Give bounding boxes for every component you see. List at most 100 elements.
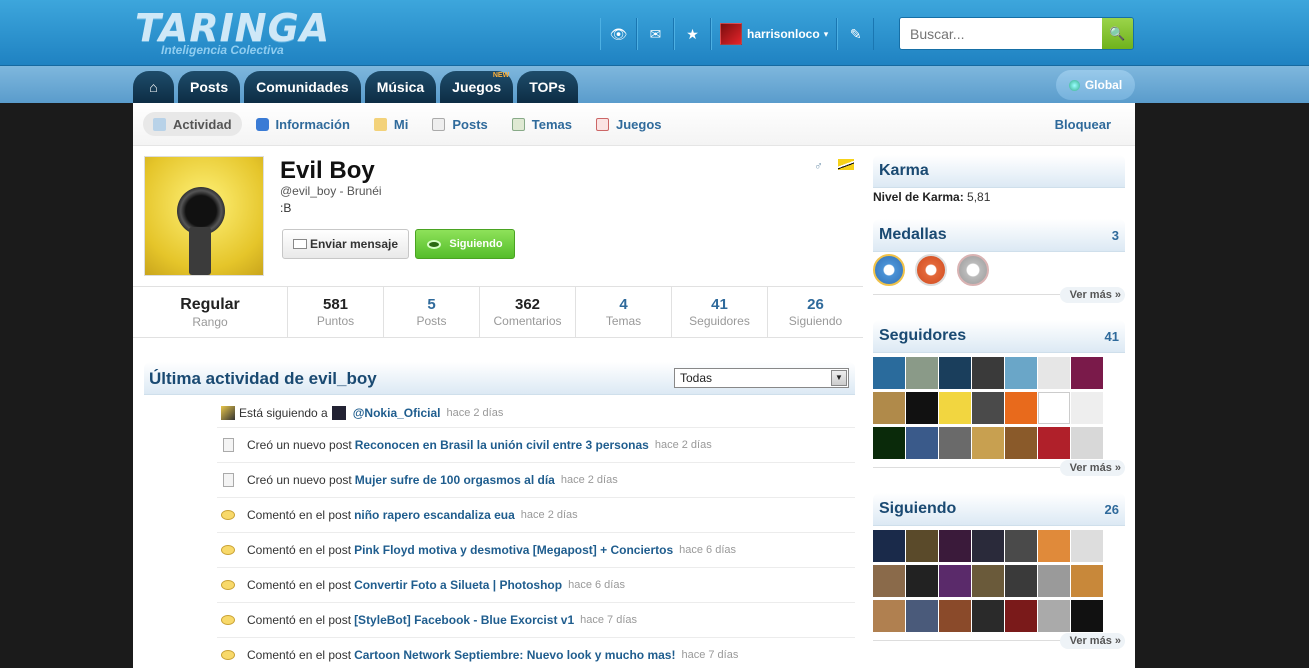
search-button[interactable]: 🔍: [1102, 18, 1133, 49]
avatar[interactable]: [873, 427, 905, 459]
nav-tab-tops[interactable]: TOPs: [517, 71, 578, 103]
tab-label: Mi: [393, 116, 409, 132]
avatar[interactable]: [939, 600, 971, 632]
avatar[interactable]: [873, 565, 905, 597]
following-grid: [873, 530, 1125, 632]
avatar[interactable]: [1071, 600, 1103, 632]
activity-link[interactable]: Reconocen en Brasil la unión civil entre…: [355, 438, 649, 452]
avatar[interactable]: [906, 600, 938, 632]
stat-temas[interactable]: 4 Temas: [576, 287, 672, 337]
avatar[interactable]: [1071, 530, 1103, 562]
followers-footer: Ver más »: [873, 460, 1125, 489]
avatar[interactable]: [939, 427, 971, 459]
avatar[interactable]: [873, 357, 905, 389]
avatar[interactable]: [972, 357, 1004, 389]
mail-icon[interactable]: ✉: [637, 18, 674, 50]
avatar[interactable]: [939, 530, 971, 562]
tab-juegos[interactable]: Juegos: [586, 112, 672, 136]
nav-tab-comunidades[interactable]: Comunidades: [244, 71, 361, 103]
avatar[interactable]: [972, 600, 1004, 632]
ver-mas-link[interactable]: Ver más »: [1059, 633, 1125, 649]
tab-informacion[interactable]: Información: [246, 112, 360, 136]
activity-link[interactable]: Cartoon Network Septiembre: Nuevo look y…: [354, 648, 675, 662]
avatar-gun-grip: [189, 227, 211, 275]
avatar[interactable]: [1071, 565, 1103, 597]
tab-posts[interactable]: Posts: [422, 112, 497, 136]
avatar[interactable]: [873, 530, 905, 562]
avatar[interactable]: [906, 392, 938, 424]
avatar[interactable]: [972, 530, 1004, 562]
avatar[interactable]: [873, 600, 905, 632]
avatar[interactable]: [939, 357, 971, 389]
nav-tab-juegos[interactable]: Juegos NEW: [440, 71, 514, 103]
avatar[interactable]: [1038, 565, 1070, 597]
avatar[interactable]: [1005, 357, 1037, 389]
avatar[interactable]: [1038, 530, 1070, 562]
avatar[interactable]: [972, 392, 1004, 424]
send-message-button[interactable]: Enviar mensaje: [282, 229, 409, 259]
activity-link[interactable]: Pink Floyd motiva y desmotiva [Megapost]…: [354, 543, 673, 557]
box-title: Seguidores: [879, 327, 967, 344]
avatar[interactable]: [1071, 357, 1103, 389]
avatar[interactable]: [906, 427, 938, 459]
stat-posts[interactable]: 5 Posts: [384, 287, 480, 337]
search-input[interactable]: [900, 18, 1102, 49]
home-button[interactable]: ⌂: [133, 71, 174, 103]
eye-icon[interactable]: 👁: [600, 18, 637, 50]
tab-label: Posts: [452, 116, 488, 132]
stat-seguidores[interactable]: 41 Seguidores: [672, 287, 768, 337]
nav-tab-musica[interactable]: Música: [364, 71, 437, 103]
following-header: Siguiendo 26: [873, 493, 1125, 526]
list-item: Creó un nuevo post Reconocen en Brasil l…: [217, 428, 855, 463]
avatar[interactable]: [1038, 392, 1070, 424]
avatar[interactable]: [972, 565, 1004, 597]
avatar[interactable]: [1071, 427, 1103, 459]
global-button[interactable]: Global: [1056, 70, 1135, 100]
avatar[interactable]: [1038, 357, 1070, 389]
user-menu[interactable]: harrisonloco ▾: [711, 18, 838, 50]
block-user-link[interactable]: Bloquear: [1055, 117, 1111, 132]
medal-icon[interactable]: [915, 254, 947, 286]
avatar[interactable]: [972, 427, 1004, 459]
activity-link[interactable]: [StyleBot] Facebook - Blue Exorcist v1: [354, 613, 574, 627]
star-icon[interactable]: ★: [674, 18, 711, 50]
avatar[interactable]: [1005, 565, 1037, 597]
medal-icon[interactable]: [957, 254, 989, 286]
avatar[interactable]: [1071, 392, 1103, 424]
ver-mas-link[interactable]: Ver más »: [1059, 287, 1125, 303]
stat-siguiendo[interactable]: 26 Siguiendo: [768, 287, 863, 337]
avatar[interactable]: [873, 392, 905, 424]
activity-link[interactable]: niño rapero escandaliza eua: [354, 508, 515, 522]
tab-actividad[interactable]: Actividad: [143, 112, 242, 136]
avatar[interactable]: [939, 392, 971, 424]
avatar[interactable]: [1038, 427, 1070, 459]
nav-tab-posts[interactable]: Posts: [178, 71, 241, 103]
tab-mi[interactable]: Mi: [364, 112, 418, 136]
medal-icon[interactable]: [873, 254, 905, 286]
avatar[interactable]: [1005, 392, 1037, 424]
tab-temas[interactable]: Temas: [502, 112, 582, 136]
avatar[interactable]: [1005, 530, 1037, 562]
avatar[interactable]: [906, 530, 938, 562]
profile-sidebar: Karma Nivel de Karma: 5,81 Medallas 3 Ver…: [873, 155, 1125, 662]
avatar[interactable]: [906, 357, 938, 389]
avatar[interactable]: [906, 565, 938, 597]
activity-link[interactable]: Convertir Foto a Silueta | Photoshop: [354, 578, 562, 592]
ver-mas-link[interactable]: Ver más »: [1059, 460, 1125, 476]
avatar[interactable]: [1005, 427, 1037, 459]
avatar[interactable]: [1038, 600, 1070, 632]
following-button[interactable]: Siguiendo: [415, 229, 515, 259]
activity-text: Comentó en el post: [247, 543, 352, 557]
avatar[interactable]: [1005, 600, 1037, 632]
activity-link[interactable]: @Nokia_Oficial: [353, 406, 441, 420]
avatar[interactable]: [939, 565, 971, 597]
activity-link[interactable]: Mujer sufre de 100 orgasmos al día: [355, 473, 555, 487]
stat-rango: Regular Rango: [133, 287, 288, 337]
activity-filter-select[interactable]: Todas ▼: [674, 368, 849, 388]
taringa-logo[interactable]: TARINGA Inteligencia Colectiva: [135, 6, 329, 57]
user-avatar-icon: [221, 406, 235, 420]
top-header: TARINGA Inteligencia Colectiva 👁 ✉ ★ har…: [0, 0, 1309, 66]
list-item: Comentó en el post Pink Floyd motiva y d…: [217, 533, 855, 568]
edit-icon[interactable]: ✎: [837, 18, 875, 50]
stat-value: 362: [514, 296, 541, 313]
